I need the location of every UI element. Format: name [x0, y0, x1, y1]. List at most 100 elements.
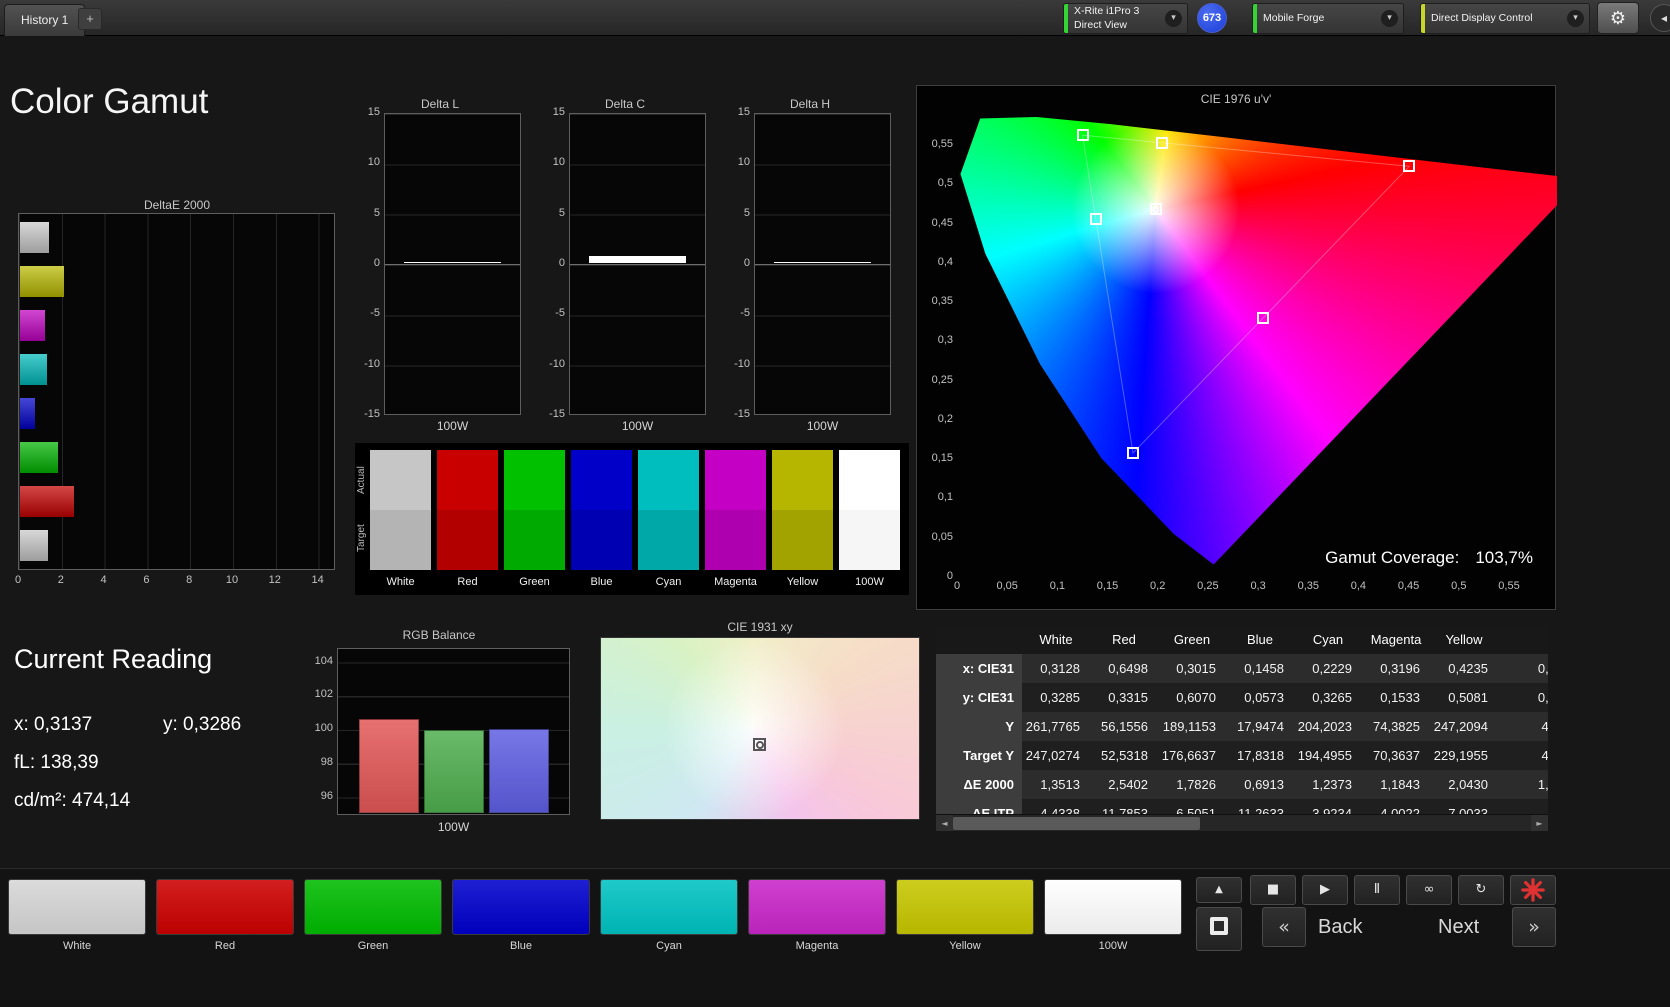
swatch-target — [437, 510, 498, 570]
calibration-asterisk-button[interactable] — [1510, 875, 1556, 905]
meter-dropdown[interactable]: X-Rite i1Pro 3 Direct View ▾ — [1063, 3, 1188, 34]
marker-magenta-secondary — [1257, 311, 1270, 324]
rgb-xlabel: 100W — [437, 820, 470, 834]
table-cell: 2,0430 — [1430, 770, 1498, 799]
delta-ytick: -5 — [740, 307, 750, 320]
reading-fl: fL: 138,39 — [14, 752, 99, 773]
table-cell: 0,1458 — [1226, 654, 1294, 683]
patch-swatch — [1044, 879, 1182, 935]
deltae-bars — [20, 215, 333, 568]
add-tab-button[interactable]: + — [78, 8, 102, 30]
page-title: Color Gamut — [10, 82, 209, 121]
deltae-bar-blue — [20, 398, 35, 430]
swatch-100w: 100W — [839, 450, 900, 588]
swatch-label: White — [386, 576, 415, 588]
panel-up-button[interactable]: ▲ — [1196, 877, 1242, 903]
delta-ytick: -5 — [370, 307, 380, 320]
transport-continuous-button[interactable]: ∞ — [1406, 875, 1452, 905]
deltae-xtick: 10 — [225, 574, 239, 586]
swatch-panel: Actual Target White Red Green Blue Cyan Magen… — [355, 443, 909, 595]
rgb-bar-blue — [488, 728, 549, 813]
swatch-row: White Red Green Blue Cyan Magenta Yellow 100W — [370, 450, 900, 588]
source-dropdown[interactable]: Mobile Forge ▾ — [1252, 3, 1404, 34]
delta-ytick: 0 — [373, 256, 380, 269]
delta-ytick: 15 — [737, 106, 750, 118]
table-row-label: y: CIE31 — [936, 683, 1022, 712]
cie-xtick: 0,15 — [1096, 580, 1119, 592]
cie-ytick: 0,5 — [937, 177, 953, 190]
deltae-xtick: 14 — [311, 574, 324, 586]
window-mode-button[interactable] — [1196, 907, 1242, 951]
cie-ytick: 0,15 — [931, 452, 953, 465]
back-chevron-button[interactable]: « — [1262, 907, 1306, 947]
test-patch-white[interactable]: White — [8, 879, 146, 952]
table-cell: 0,3265 — [1294, 683, 1362, 712]
swatch-label: Yellow — [786, 576, 819, 588]
patch-swatch — [304, 879, 442, 935]
swatch-yellow: Yellow — [772, 450, 833, 588]
test-patch-100w[interactable]: 100W — [1044, 879, 1182, 952]
scroll-right-button[interactable]: ► — [1531, 815, 1548, 831]
test-patch-yellow[interactable]: Yellow — [896, 879, 1034, 952]
transport-pause-button[interactable]: Ⅱ — [1354, 875, 1400, 905]
display-control-dropdown[interactable]: Direct Display Control ▾ — [1420, 3, 1590, 34]
delta-chart-plot — [384, 113, 521, 415]
test-patch-magenta[interactable]: Magenta — [748, 879, 886, 952]
reading-y: y: 0,3286 — [163, 714, 242, 735]
cie1931-title: CIE 1931 xy — [727, 620, 793, 634]
cie1976-title: CIE 1976 u'v' — [1200, 92, 1272, 106]
deltae-bar-white — [20, 221, 49, 253]
red-asterisk-icon — [1521, 878, 1545, 902]
deltae-bar-yellow — [20, 265, 64, 297]
swatch-green: Green — [504, 450, 565, 588]
scrollbar-thumb[interactable] — [953, 817, 1200, 830]
swatch-target — [504, 510, 565, 570]
cie-xtick: 0,2 — [1150, 580, 1166, 592]
delta-ytick: -15 — [734, 407, 750, 420]
test-patch-blue[interactable]: Blue — [452, 879, 590, 952]
swatch-target — [705, 510, 766, 570]
tab-history-1[interactable]: History 1 — [4, 4, 86, 36]
test-patch-red[interactable]: Red — [156, 879, 294, 952]
delta-chart-title: Delta C — [604, 97, 645, 111]
test-patch-cyan[interactable]: Cyan — [600, 879, 738, 952]
table-cell: 194,4955 — [1294, 741, 1362, 770]
next-chevron-button[interactable]: » — [1512, 907, 1556, 947]
table-cell: 0,0573 — [1226, 683, 1294, 712]
table-cell: 47 — [1498, 712, 1548, 741]
reading-cdm2: cd/m²: 474,14 — [14, 790, 131, 811]
current-reading: Current Reading x: 0,3137 y: 0,3286 fL: … — [14, 644, 314, 811]
table-row-label: Y — [936, 712, 1022, 741]
swatch-target — [571, 510, 632, 570]
delta-ytick: 15 — [552, 106, 565, 118]
table-cell: 247,0274 — [1022, 741, 1090, 770]
meter-status-indicator — [1064, 4, 1068, 33]
transport-play-button[interactable]: ▶ — [1302, 875, 1348, 905]
delta-chart-yticks: 15 10 5 0 -5 -10 -15 — [543, 106, 565, 420]
patch-label: Yellow — [949, 940, 981, 952]
back-button[interactable]: Back — [1318, 907, 1362, 947]
patch-swatch — [156, 879, 294, 935]
deltae-bar-magenta — [20, 309, 46, 341]
settings-button[interactable]: ⚙ — [1597, 2, 1639, 34]
cie-ytick: 0,3 — [937, 334, 953, 347]
collapse-panel-button[interactable]: ◂ — [1650, 4, 1670, 32]
delta-ytick: 5 — [373, 206, 380, 219]
next-button[interactable]: Next — [1438, 907, 1479, 947]
cie1976-xticks: 0 0,05 0,1 0,15 0,2 0,25 0,3 0,35 0,4 0,45 0,5 0,55 — [954, 580, 1557, 594]
test-patch-green[interactable]: Green — [304, 879, 442, 952]
swatch-actual — [772, 450, 833, 510]
table-cell: 17,8318 — [1226, 741, 1294, 770]
cie-ytick: 0,4 — [937, 255, 953, 268]
transport-stop-button[interactable]: ■ — [1250, 875, 1296, 905]
meter-text: X-Rite i1Pro 3 Direct View — [1064, 5, 1139, 31]
marker-yellow-secondary — [1155, 136, 1168, 149]
scroll-left-button[interactable]: ◄ — [936, 815, 953, 831]
transport-loop-button[interactable]: ↻ — [1458, 875, 1504, 905]
zero-line — [385, 264, 520, 265]
source-name: Mobile Forge — [1263, 11, 1325, 24]
cie-xtick: 0,55 — [1498, 580, 1520, 592]
swatch-target — [772, 510, 833, 570]
delta-chart-title: Delta L — [420, 97, 460, 111]
table-horizontal-scrollbar[interactable]: ◄ ► — [936, 814, 1548, 831]
